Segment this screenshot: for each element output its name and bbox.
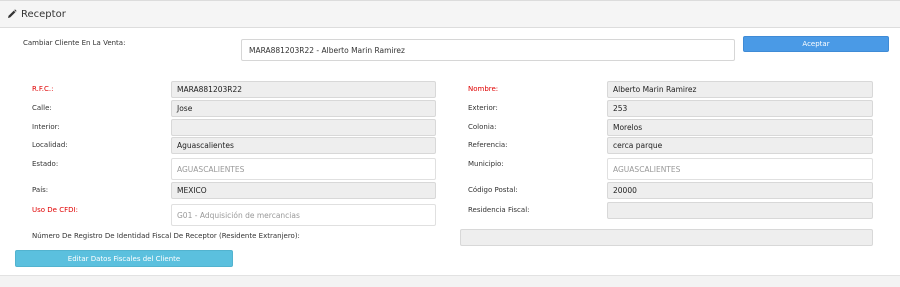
panel-heading: Receptor bbox=[0, 1, 900, 28]
accept-button[interactable]: Aceptar bbox=[743, 36, 889, 52]
uso-cfdi-label: Uso De CFDI: bbox=[32, 206, 78, 214]
municipio-select[interactable]: AGUASCALIENTES bbox=[607, 158, 873, 180]
colonia-field[interactable]: Morelos bbox=[607, 119, 873, 136]
residencia-label: Residencia Fiscal: bbox=[468, 206, 530, 214]
colonia-label: Colonia: bbox=[468, 123, 497, 131]
nombre-field[interactable]: Alberto Marin Ramirez bbox=[607, 81, 873, 98]
uso-cfdi-select[interactable]: G01 - Adquisición de mercancias bbox=[171, 204, 436, 226]
cp-field[interactable]: 20000 bbox=[607, 182, 873, 199]
interior-label: Interior: bbox=[32, 123, 60, 131]
registro-label: Número De Registro De Identidad Fiscal D… bbox=[32, 232, 300, 240]
exterior-label: Exterior: bbox=[468, 104, 498, 112]
calle-field[interactable]: Jose bbox=[171, 100, 436, 117]
pencil-icon bbox=[7, 9, 17, 19]
change-client-input[interactable]: MARA881203R22 - Alberto Marin Ramirez bbox=[241, 39, 735, 61]
estado-label: Estado: bbox=[32, 160, 59, 168]
rfc-label: R.F.C.: bbox=[32, 85, 54, 93]
referencia-label: Referencia: bbox=[468, 141, 508, 149]
referencia-field[interactable]: cerca parque bbox=[607, 137, 873, 154]
panel-footer bbox=[0, 275, 900, 287]
calle-label: Calle: bbox=[32, 104, 52, 112]
edit-fiscal-data-button[interactable]: Editar Datos Fiscales del Cliente bbox=[15, 250, 233, 267]
change-client-label: Cambiar Cliente En La Venta: bbox=[23, 39, 126, 47]
interior-field[interactable] bbox=[171, 119, 436, 136]
municipio-label: Municipio: bbox=[468, 160, 504, 168]
cp-label: Código Postal: bbox=[468, 186, 518, 194]
pais-label: País: bbox=[32, 186, 49, 194]
pais-field[interactable]: MEXICO bbox=[171, 182, 436, 199]
panel-title: Receptor bbox=[21, 8, 66, 20]
localidad-label: Localidad: bbox=[32, 141, 68, 149]
estado-select[interactable]: AGUASCALIENTES bbox=[171, 158, 436, 180]
residencia-field[interactable] bbox=[607, 202, 873, 219]
registro-field[interactable] bbox=[460, 229, 873, 246]
exterior-field[interactable]: 253 bbox=[607, 100, 873, 117]
nombre-label: Nombre: bbox=[468, 85, 499, 93]
localidad-field[interactable]: Aguascalientes bbox=[171, 137, 436, 154]
rfc-field[interactable]: MARA881203R22 bbox=[171, 81, 436, 98]
